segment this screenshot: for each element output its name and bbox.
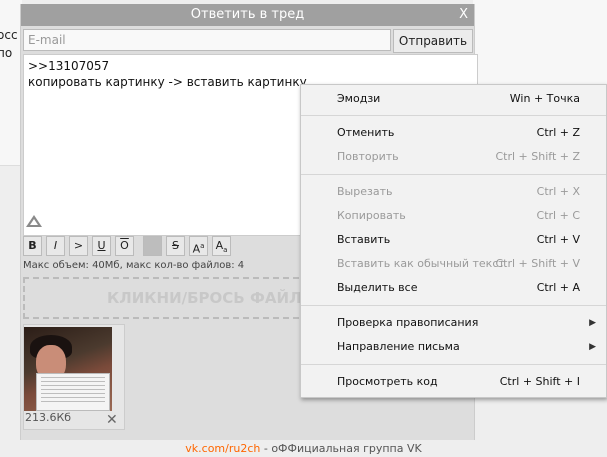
context-menu: Эмодзи Win + Точка Отменить Ctrl + Z Пов… (300, 84, 607, 398)
subscript-mark-icon: a (223, 246, 228, 255)
image-menu-shape (36, 373, 110, 411)
footer-text: - оФФициальная группа VK (260, 442, 422, 455)
menu-item-paste-plain[interactable]: Вставить как обычный текст Ctrl + Shift … (301, 252, 606, 276)
menu-separator (301, 364, 606, 365)
attachment-thumbnail[interactable]: 213.6Кб ✕ (23, 324, 125, 430)
menu-item-label: Копировать (337, 209, 406, 222)
superscript-button-label: A (192, 242, 201, 256)
menu-item-label: Вставить как обычный текст (337, 257, 505, 270)
spoiler-button[interactable] (143, 236, 162, 256)
menu-item-select-all[interactable]: Выделить все Ctrl + A (301, 276, 606, 300)
menu-item-shortcut: Ctrl + X (536, 185, 580, 198)
menu-item-writing-direction[interactable]: Направление письма ▶ (301, 335, 606, 359)
submenu-arrow-icon: ▶ (589, 342, 596, 352)
page-footer: vk.com/ru2ch - оФФициальная группа VK (0, 440, 607, 457)
attachment-size: 213.6Кб (25, 411, 72, 424)
reply-panel-titlebar[interactable]: Ответить в тред X (21, 4, 474, 26)
superscript-button[interactable]: Aa (189, 236, 208, 256)
menu-item-label: Повторить (337, 150, 399, 163)
menu-item-shortcut: Ctrl + A (536, 281, 580, 294)
menu-item-shortcut: Ctrl + C (536, 209, 580, 222)
menu-item-shortcut: Ctrl + V (536, 233, 580, 246)
menu-item-label: Вырезать (337, 185, 393, 198)
menu-item-shortcut: Ctrl + Shift + I (499, 375, 580, 388)
menu-item-spellcheck[interactable]: Проверка правописания ▶ (301, 311, 606, 335)
menu-item-label: Выделить все (337, 281, 418, 294)
menu-item-label: Вставить (337, 233, 391, 246)
subscript-button-label: A (215, 239, 224, 252)
quote-button[interactable]: > (69, 236, 88, 256)
menu-item-shortcut: Win + Точка (509, 92, 580, 105)
menu-separator (301, 115, 606, 116)
menu-item-paste[interactable]: Вставить Ctrl + V (301, 228, 606, 252)
menu-item-label: Отменить (337, 126, 395, 139)
background-text: осс по (0, 26, 18, 62)
menu-item-cut[interactable]: Вырезать Ctrl + X (301, 180, 606, 204)
menu-item-label: Проверка правописания (337, 316, 479, 329)
menu-item-undo[interactable]: Отменить Ctrl + Z (301, 121, 606, 145)
menu-item-inspect[interactable]: Просмотреть код Ctrl + Shift + I (301, 370, 606, 394)
vk-group-link[interactable]: vk.com/ru2ch (185, 442, 260, 455)
submenu-arrow-icon: ▶ (589, 318, 596, 328)
menu-item-label: Эмодзи (337, 92, 381, 105)
underline-button[interactable]: U (92, 236, 111, 256)
bold-button[interactable]: B (23, 236, 42, 256)
background-text-line: осс (0, 28, 18, 42)
menu-item-shortcut: Ctrl + Z (536, 126, 580, 139)
menu-item-copy[interactable]: Копировать Ctrl + C (301, 204, 606, 228)
menu-item-redo[interactable]: Повторить Ctrl + Shift + Z (301, 145, 606, 169)
menu-item-label: Просмотреть код (337, 375, 438, 388)
attachment-image (24, 327, 112, 411)
remove-attachment-icon[interactable]: ✕ (106, 412, 118, 428)
close-button[interactable]: X (459, 4, 468, 26)
menu-separator (301, 174, 606, 175)
menu-item-label: Направление письма (337, 340, 460, 353)
overline-button[interactable]: O (115, 236, 134, 256)
upload-limits: Макс объем: 40Мб, макс кол-во файлов: 4 (23, 260, 245, 271)
assistant-icon[interactable] (25, 214, 43, 228)
page-background-left: осс по (0, 0, 22, 166)
send-button[interactable]: Отправить (393, 29, 473, 53)
subscript-button[interactable]: Aa (212, 236, 231, 256)
superscript-mark-icon: a (200, 242, 205, 250)
strike-button[interactable]: S (166, 236, 185, 256)
menu-item-shortcut: Ctrl + Shift + Z (495, 150, 580, 163)
message-line: >>13107057 (28, 59, 110, 73)
italic-button[interactable]: I (46, 236, 65, 256)
menu-item-shortcut: Ctrl + Shift + V (495, 257, 580, 270)
menu-item-emoji[interactable]: Эмодзи Win + Точка (301, 87, 606, 111)
reply-panel-title: Ответить в тред (190, 7, 305, 22)
menu-separator (301, 305, 606, 306)
background-text-line: по (0, 46, 13, 60)
email-field[interactable]: E-mail (23, 29, 391, 51)
